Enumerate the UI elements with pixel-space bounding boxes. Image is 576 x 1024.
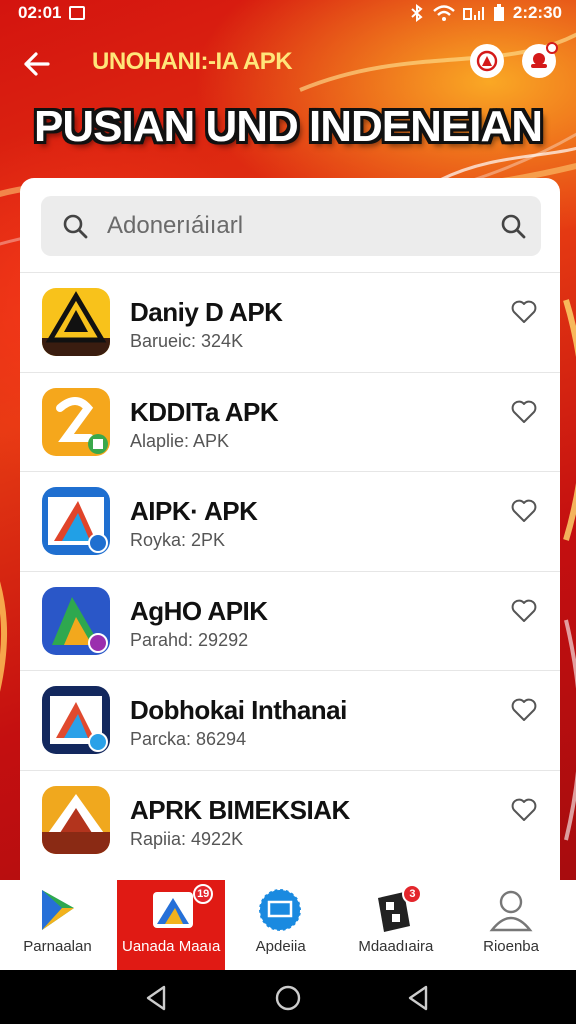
heart-icon[interactable] — [510, 598, 538, 624]
status-time: 02:01 — [18, 3, 62, 22]
profile-button[interactable] — [470, 44, 504, 78]
search-icon — [63, 214, 88, 239]
list-item[interactable]: APRK BIMEKSIAK Rapiia: 4922K — [20, 769, 560, 870]
play-store-icon — [42, 890, 74, 930]
monitor-badge-icon — [258, 888, 303, 932]
search-input[interactable] — [107, 206, 487, 246]
app-title: UNOHANI:-IA APK — [92, 48, 293, 75]
list-item[interactable]: KDDITa APK Alaplie: APK — [20, 371, 560, 472]
list-item[interactable]: Dobhokai Inthanai Parcka: 86294 — [20, 670, 560, 770]
tab-rioenba[interactable]: Rioenba — [454, 880, 569, 970]
home-nav-icon[interactable] — [273, 983, 303, 1013]
app-bar: UNOHANI:-IA APK — [0, 38, 576, 90]
app-meta: Parahd: 29292 — [130, 629, 249, 650]
battery-icon — [493, 4, 504, 21]
profile-icon — [489, 890, 533, 932]
app-meta: Royka: 2PK — [130, 530, 226, 550]
list-item[interactable]: Daniy D APK Barueic: 324K — [20, 272, 560, 372]
bottom-nav: Parnaalan 19 Uanada Maaıa Apdeiia 3 Mdaa… — [0, 880, 576, 970]
tab-label: Mdaadıaira — [358, 938, 434, 955]
wifi-icon — [433, 5, 455, 21]
heart-icon[interactable] — [510, 299, 538, 325]
search-submit-icon[interactable] — [499, 212, 527, 240]
notification-icon — [69, 6, 86, 20]
tab-mdaadiaira[interactable]: 3 Mdaadıaira — [338, 880, 453, 970]
tab-badge: 19 — [193, 884, 214, 904]
blue-arrow-app-icon — [42, 487, 110, 555]
search-bar[interactable] — [41, 196, 541, 256]
bluetooth-icon — [411, 4, 423, 22]
tab-label: Apdeiia — [255, 938, 306, 955]
list-item[interactable]: AIPK· APK Royka: 2PK — [20, 471, 560, 571]
app-list-card: Daniy D APK Barueic: 324K KDDITa APK Ala… — [20, 178, 560, 898]
tab-label: Parnaalan — [23, 938, 92, 955]
app-name: AgHO APIK — [130, 595, 268, 626]
heart-icon[interactable] — [510, 697, 538, 723]
tab-uanada-maaia[interactable]: 19 Uanada Maaıa — [117, 880, 226, 970]
page-headline: PUSIAN UND INDENEIAN — [33, 102, 543, 151]
app-meta: Alaplie: APK — [130, 430, 230, 451]
heart-icon[interactable] — [510, 498, 538, 524]
list-item[interactable]: AgHO APIK Parahd: 29292 — [20, 570, 560, 671]
signal-icon — [462, 7, 484, 20]
tab-parnaalan[interactable]: Parnaalan — [0, 880, 115, 970]
navy-book-app-icon — [42, 686, 110, 754]
status-bar: 02:01 2:2:30 — [0, 0, 576, 26]
app-list: Daniy D APK Barueic: 324K KDDITa APK Ala… — [20, 272, 560, 869]
heart-icon[interactable] — [510, 797, 538, 823]
app-meta: Barueic: 324K — [130, 331, 244, 351]
heart-icon[interactable] — [510, 399, 538, 425]
app-meta: Parcka: 86294 — [130, 729, 247, 749]
tab-apdeiia[interactable]: Apdeiia — [223, 880, 338, 970]
warning-triangle-app-icon — [42, 288, 110, 356]
person-icon — [476, 50, 498, 72]
tab-label: Rioenba — [483, 938, 539, 955]
back-nav-icon[interactable] — [142, 983, 172, 1013]
recents-nav-icon[interactable] — [404, 983, 434, 1013]
app-name: Dobhokai Inthanai — [130, 695, 347, 725]
tab-label: Uanada Maaıa — [121, 938, 221, 955]
app-name: Daniy D APK — [130, 297, 283, 327]
system-nav-bar — [0, 970, 576, 1024]
mountain-app-icon — [42, 785, 110, 854]
app-name: KDDITa APK — [130, 396, 279, 427]
app-name: AIPK· APK — [130, 496, 258, 526]
status-clock: 2:2:30 — [512, 3, 562, 22]
triangle-play-app-icon — [42, 586, 110, 655]
orange-z-app-icon — [42, 387, 110, 456]
bell-icon — [531, 53, 547, 68]
app-name: APRK BIMEKSIAK — [130, 794, 350, 825]
notification-dot — [546, 42, 558, 54]
app-meta: Rapiia: 4922K — [130, 828, 244, 849]
notifications-button[interactable] — [522, 42, 558, 78]
back-arrow-icon[interactable] — [20, 46, 56, 82]
